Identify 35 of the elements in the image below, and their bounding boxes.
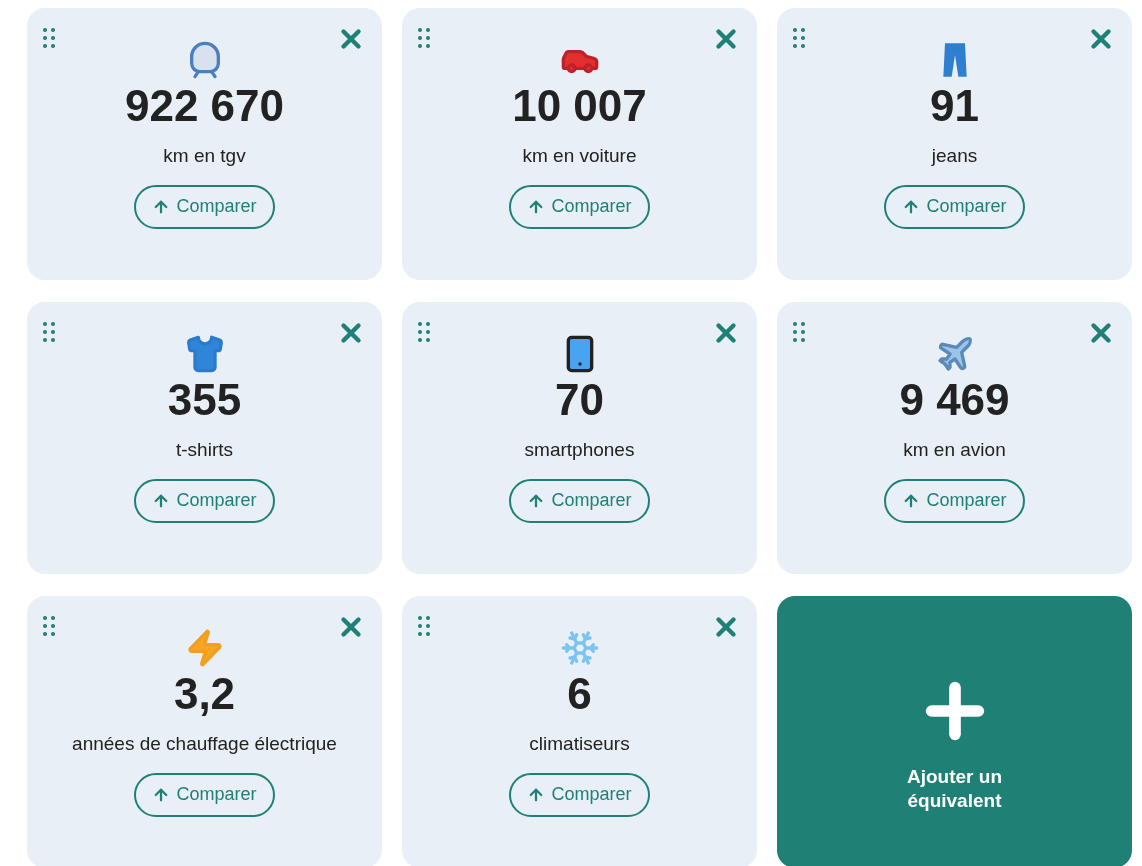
compare-button[interactable]: Comparer (884, 478, 1025, 523)
equivalent-label: jeans (931, 144, 978, 169)
equivalent-label: km en voiture (522, 144, 637, 169)
equivalent-value: 6 (567, 670, 592, 719)
t-shirt-icon (184, 334, 225, 374)
equivalent-value: 355 (167, 376, 242, 425)
compare-button[interactable]: Comparer (509, 184, 650, 229)
compare-button[interactable]: Comparer (134, 184, 275, 229)
equivalent-value: 91 (930, 82, 979, 131)
equivalent-value: 70 (555, 376, 604, 425)
compare-button[interactable]: Comparer (134, 772, 275, 817)
snowflake-icon (559, 628, 600, 668)
equivalent-value: 10 007 (512, 82, 647, 131)
drag-handle-icon[interactable] (418, 28, 430, 48)
drag-handle-icon[interactable] (43, 28, 55, 48)
drag-handle-icon[interactable] (43, 616, 55, 636)
drag-handle-icon[interactable] (418, 616, 430, 636)
compare-button[interactable]: Comparer (884, 184, 1025, 229)
equivalent-label: climatiseurs (529, 732, 630, 757)
compare-button[interactable]: Comparer (509, 772, 650, 817)
drag-handle-icon[interactable] (793, 322, 805, 342)
equivalent-label: km en avion (903, 438, 1006, 463)
equivalent-value: 9 469 (899, 376, 1010, 425)
equivalent-value: 922 670 (124, 82, 285, 131)
compare-button[interactable]: Comparer (134, 478, 275, 523)
equivalent-label: km en tgv (163, 144, 246, 169)
add-equivalent-button[interactable]: Ajouter un équivalent (777, 596, 1132, 866)
drag-handle-icon[interactable] (43, 322, 55, 342)
drag-handle-icon[interactable] (793, 28, 805, 48)
equivalent-label: smartphones (524, 438, 635, 463)
equivalent-label: t-shirts (176, 438, 233, 463)
equivalent-value: 3,2 (173, 670, 236, 719)
equivalent-label: années de chauffage électrique (72, 732, 337, 757)
compare-button[interactable]: Comparer (509, 478, 650, 523)
drag-handle-icon[interactable] (418, 322, 430, 342)
